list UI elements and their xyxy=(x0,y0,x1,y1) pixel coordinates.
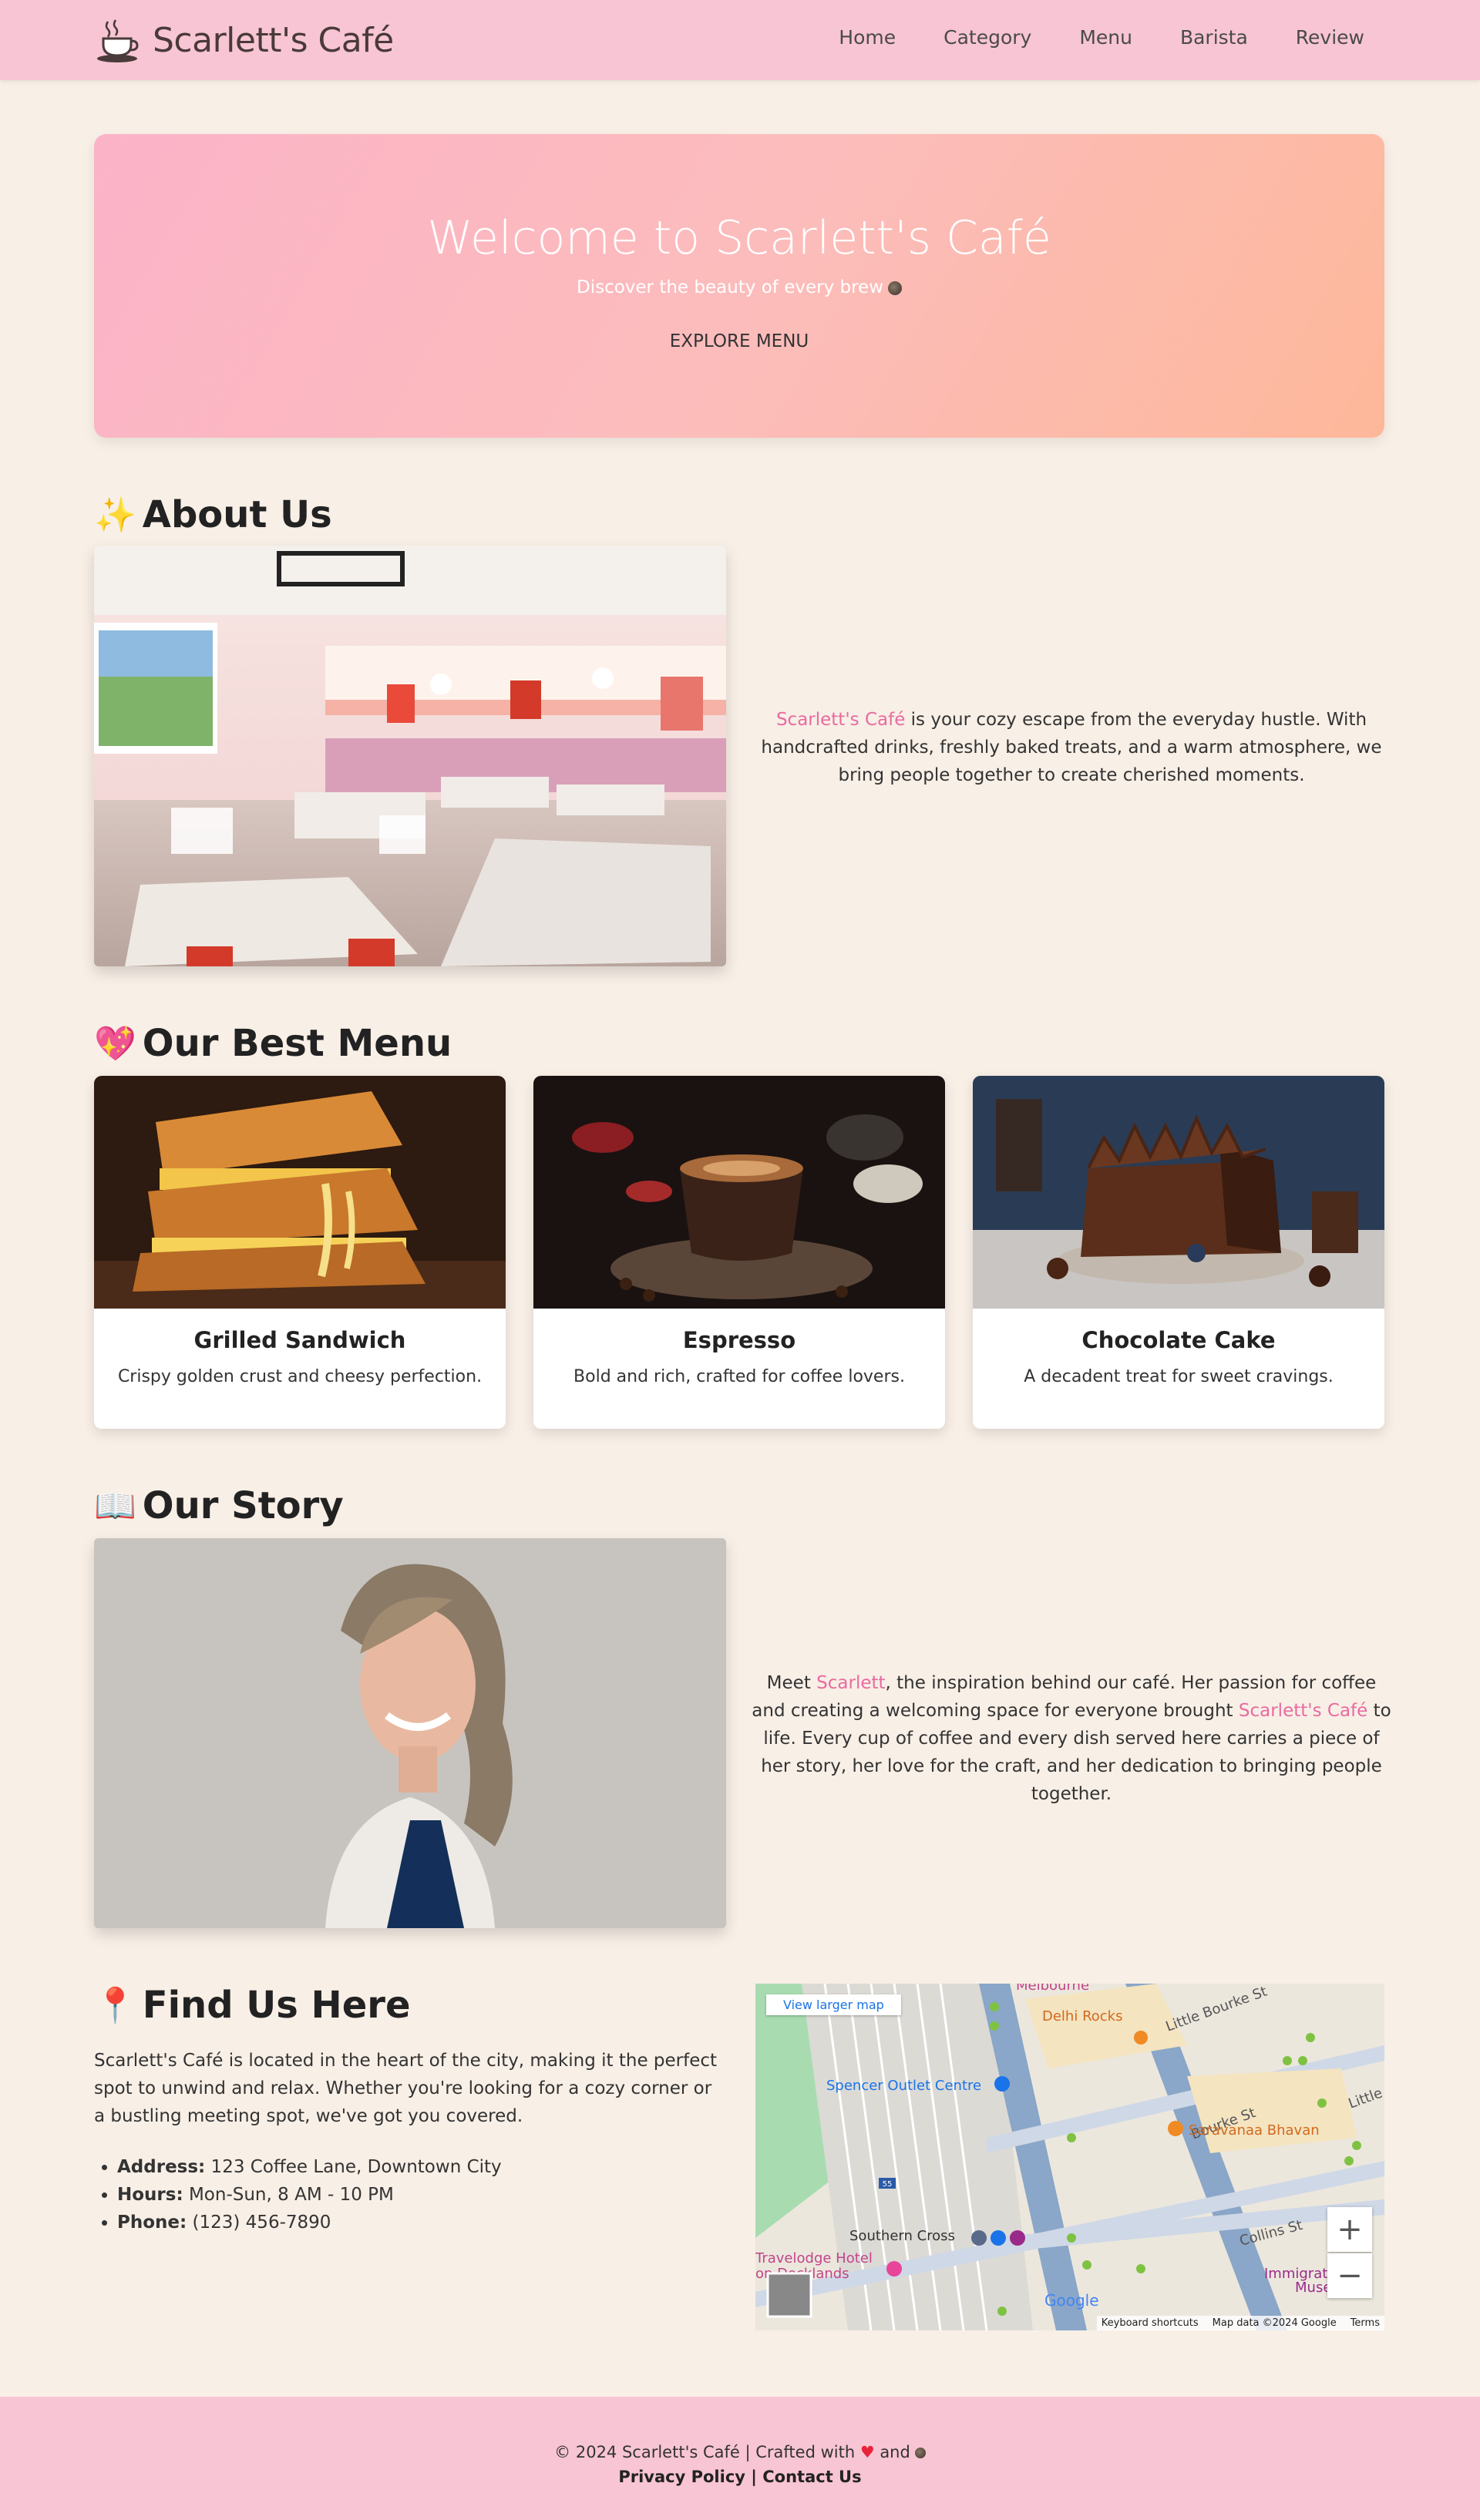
hero-banner: Welcome to Scarlett's Café Discover the … xyxy=(94,134,1384,438)
brand-logo[interactable]: Scarlett's Café xyxy=(94,15,394,65)
find-heading: 📍 Find Us Here xyxy=(94,1984,411,2027)
story-heading: 📖 Our Story xyxy=(94,1484,344,1527)
contact-phone: Phone: (123) 456-7890 xyxy=(117,2209,734,2236)
phone-value: (123) 456-7890 xyxy=(187,2213,331,2233)
footer-separator: | xyxy=(745,2468,763,2486)
map-label-melbourne: Melbourne xyxy=(1016,1984,1089,1994)
sparkles-icon: ✨ xyxy=(94,496,136,535)
google-map[interactable]: 55 Melbourne Delhi Rocks Little Bourke S… xyxy=(755,1984,1384,2330)
hero-title: Welcome to Scarlett's Café xyxy=(427,211,1051,265)
zoom-in-button[interactable]: + xyxy=(1327,2207,1372,2252)
footer: © 2024 Scarlett's Café | Crafted with ♥ … xyxy=(0,2397,1480,2520)
nav-barista[interactable]: Barista xyxy=(1180,26,1248,49)
scarlett-portrait-image xyxy=(94,1538,726,1928)
story-text: Meet Scarlett, the inspiration behind ou… xyxy=(752,1669,1391,1808)
coffee-bean-icon xyxy=(888,281,903,295)
keyboard-shortcuts-link[interactable]: Keyboard shortcuts xyxy=(1102,2317,1199,2329)
about-highlight: Scarlett's Café xyxy=(775,710,906,730)
address-label: Address: xyxy=(117,2157,206,2177)
copyright-text: © 2024 Scarlett's Café | Crafted with xyxy=(554,2443,860,2461)
view-larger-map-link[interactable]: View larger map xyxy=(766,1994,901,2015)
google-logo: Google xyxy=(1044,2291,1099,2310)
map-label-saravanaa: Saravanaa Bhavan xyxy=(1189,2122,1320,2139)
map-label-travelodge: Travelodge Hotel xyxy=(755,2250,873,2266)
coffee-cup-icon xyxy=(97,19,139,62)
nav-menu[interactable]: Menu xyxy=(1079,26,1132,49)
nav-review[interactable]: Review xyxy=(1296,26,1364,49)
nav-links: Home Category Menu Barista Review xyxy=(839,26,1364,49)
brand-name: Scarlett's Café xyxy=(153,20,394,60)
open-book-icon: 📖 xyxy=(94,1487,136,1526)
terms-link[interactable]: Terms xyxy=(1350,2317,1380,2329)
menu-item-desc: A decadent treat for sweet cravings. xyxy=(1024,1367,1334,1386)
chocolate-cake-image xyxy=(973,1076,1384,1309)
map-label-southern-cross: Southern Cross xyxy=(849,2228,955,2244)
heart-icon: ♥ xyxy=(859,2443,875,2461)
menu-item-desc: Bold and rich, crafted for coffee lovers… xyxy=(574,1367,905,1386)
map-label-delhi-rocks: Delhi Rocks xyxy=(1042,2008,1122,2024)
pin-icon: 📍 xyxy=(94,1986,136,2025)
story-p1: Meet xyxy=(766,1673,817,1693)
menu-item-name: Chocolate Cake xyxy=(1081,1327,1276,1353)
coffee-bean-icon xyxy=(914,2448,926,2458)
address-value: 123 Coffee Lane, Downtown City xyxy=(205,2157,502,2177)
map-road-badge: 55 xyxy=(883,2180,893,2189)
explore-menu-button[interactable]: EXPLORE MENU xyxy=(670,331,809,351)
footer-links: Privacy Policy | Contact Us xyxy=(0,2468,1480,2486)
find-text: Scarlett's Café is located in the heart … xyxy=(94,2051,718,2126)
menu-item-name: Espresso xyxy=(682,1327,796,1353)
map-data-text: Map data ©2024 Google xyxy=(1212,2317,1337,2329)
story-highlight-cafe: Scarlett's Café xyxy=(1238,1701,1368,1721)
sparkling-heart-icon: 💖 xyxy=(94,1024,136,1063)
about-heading: ✨ About Us xyxy=(94,493,332,536)
contact-address: Address: 123 Coffee Lane, Downtown City xyxy=(117,2153,734,2181)
contact-list: Address: 123 Coffee Lane, Downtown City … xyxy=(117,2153,734,2236)
hours-value: Mon-Sun, 8 AM - 10 PM xyxy=(183,2185,394,2205)
story-title: Our Story xyxy=(142,1484,344,1527)
privacy-policy-link[interactable]: Privacy Policy xyxy=(618,2468,745,2486)
navbar: Scarlett's Café Home Category Menu Baris… xyxy=(0,0,1480,80)
grilled-sandwich-image xyxy=(94,1076,506,1309)
map-footer: Keyboard shortcuts Map data ©2024 Google… xyxy=(1096,2316,1384,2330)
nav-category[interactable]: Category xyxy=(944,26,1031,49)
cafe-interior-image xyxy=(94,546,726,966)
contact-hours: Hours: Mon-Sun, 8 AM - 10 PM xyxy=(117,2181,734,2209)
menu-card-sandwich[interactable]: Grilled Sandwich Crispy golden crust and… xyxy=(94,1076,506,1429)
about-title: About Us xyxy=(142,493,332,536)
contact-us-link[interactable]: Contact Us xyxy=(762,2468,861,2486)
nav-home[interactable]: Home xyxy=(839,26,896,49)
espresso-image xyxy=(533,1076,945,1309)
map-label-spencer: Spencer Outlet Centre xyxy=(826,2078,981,2094)
menu-card-espresso[interactable]: Espresso Bold and rich, crafted for coff… xyxy=(533,1076,945,1429)
hours-label: Hours: xyxy=(117,2185,183,2205)
menu-item-desc: Crispy golden crust and cheesy perfectio… xyxy=(117,1367,483,1386)
copyright-and: and xyxy=(874,2443,910,2461)
hero-tagline: Discover the beauty of every brew xyxy=(94,277,1384,297)
story-highlight-scarlett: Scarlett xyxy=(816,1673,886,1693)
menu-item-name: Grilled Sandwich xyxy=(193,1327,406,1353)
find-title: Find Us Here xyxy=(142,1984,411,2027)
about-text: Scarlett's Café is your cozy escape from… xyxy=(755,706,1388,789)
hero-tagline-text: Discover the beauty of every brew xyxy=(576,277,884,297)
zoom-out-button[interactable]: − xyxy=(1327,2253,1372,2298)
phone-label: Phone: xyxy=(117,2213,187,2233)
footer-copyright: © 2024 Scarlett's Café | Crafted with ♥ … xyxy=(0,2443,1480,2461)
menu-heading: 💖 Our Best Menu xyxy=(94,1022,452,1065)
menu-title: Our Best Menu xyxy=(142,1022,452,1065)
menu-card-chocolate-cake[interactable]: Chocolate Cake A decadent treat for swee… xyxy=(973,1076,1384,1429)
